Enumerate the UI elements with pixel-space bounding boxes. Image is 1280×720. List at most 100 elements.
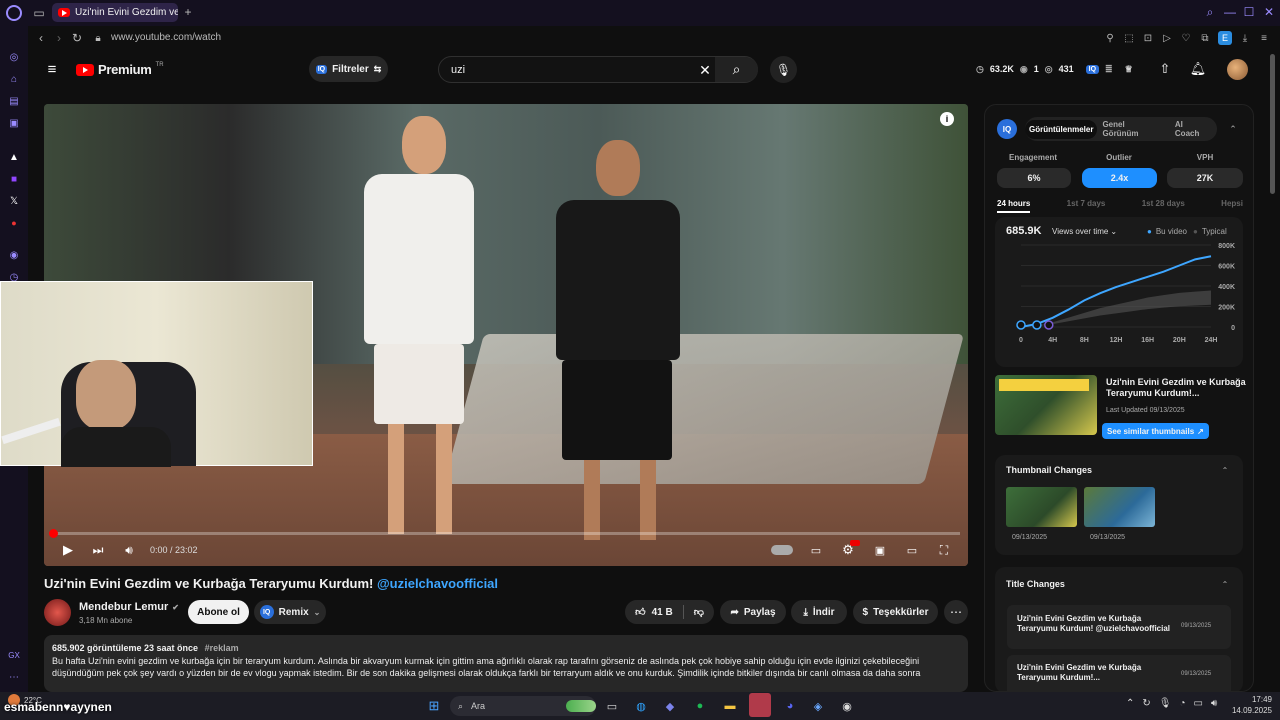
extensions-icon[interactable]: ⧉ [1199, 31, 1211, 45]
hashtag-link[interactable]: #reklam [205, 643, 239, 653]
play-icon[interactable]: ▶ [60, 542, 76, 558]
sidebar-item-4-icon[interactable]: ▣ [7, 116, 21, 130]
thumbnail-changes-collapse-icon[interactable]: ⌃ [1220, 465, 1230, 475]
snapshot-icon[interactable]: ⬚ [1123, 31, 1135, 45]
thanks-button[interactable]: $ Teşekkürler [853, 600, 938, 624]
minimize-icon[interactable]: — [1223, 5, 1237, 19]
more-actions-icon[interactable]: ⋯ [944, 600, 968, 624]
subscribe-button[interactable]: Abone ol [188, 600, 249, 624]
tray-wifi-icon[interactable]: ◔ [1179, 698, 1185, 709]
range-all[interactable]: Hepsi [1221, 199, 1243, 213]
maximize-icon[interactable]: ☐ [1242, 5, 1256, 19]
spotify-icon[interactable]: ● [690, 696, 710, 716]
miniplayer-icon[interactable]: ▣ [872, 542, 888, 558]
tab-ai-coach[interactable]: AI Coach [1167, 115, 1217, 143]
range-24h[interactable]: 24 hours [997, 199, 1031, 213]
voice-search-icon[interactable]: 🎙︎ [770, 56, 797, 83]
screenshot-icon[interactable]: ⊡ [1142, 31, 1154, 45]
video-thumbnail[interactable] [995, 375, 1097, 435]
thumbnail-change-2[interactable] [1084, 487, 1155, 527]
new-tab-icon[interactable]: + [181, 5, 195, 19]
page-scrollbar[interactable] [1270, 54, 1275, 194]
sidebar-item-9-icon[interactable]: ◉ [7, 248, 21, 262]
url-field[interactable]: www.youtube.com/watch [111, 32, 221, 43]
like-button[interactable]: 👍︎ 41 B [635, 606, 673, 619]
search-tabs-icon[interactable]: ⌕ [1203, 5, 1217, 19]
thumbnail-change-1[interactable] [1006, 487, 1077, 527]
app-icon[interactable]: ◈ [808, 696, 828, 716]
description-box[interactable]: 685.902 görüntüleme 23 saat önce #reklam… [44, 635, 968, 692]
chart-event-marker[interactable] [1044, 320, 1054, 330]
thumbs-down-icon[interactable]: 👎︎ [694, 606, 704, 618]
more-icon[interactable]: ⋯ [7, 670, 21, 684]
tray-sync-icon[interactable]: ↻ [1142, 698, 1150, 709]
steam-icon[interactable]: ◉ [837, 696, 857, 716]
channel-name-row[interactable]: Mendebur Lemur ✔ [79, 601, 179, 613]
sidebar-item-2-icon[interactable]: ⌂ [7, 72, 21, 86]
subtitles-icon[interactable]: ▭ [808, 542, 824, 558]
edge-icon[interactable]: ◍ [631, 696, 651, 716]
volume-icon[interactable]: 🔊︎ [121, 542, 137, 558]
chart-event-marker[interactable] [1032, 320, 1042, 330]
fullscreen-icon[interactable]: ⛶ [936, 542, 952, 558]
sidebar-item-8-icon[interactable]: ● [7, 216, 21, 230]
remix-button[interactable]: IQ Remix ⌄ [254, 600, 326, 624]
next-icon[interactable]: ⏭︎ [90, 542, 106, 558]
teams-icon[interactable]: ◆ [660, 696, 680, 716]
opera-logo-icon[interactable] [6, 5, 22, 21]
search-button-icon[interactable]: ⌕ [715, 57, 758, 82]
progress-scrubber[interactable] [49, 529, 58, 538]
discord-icon[interactable]: ◕ [780, 696, 800, 716]
tray-volume-icon[interactable]: 🔊︎ [1211, 698, 1217, 709]
clear-search-icon[interactable]: ✕ [697, 62, 713, 78]
pin-icon[interactable]: ⚲ [1104, 31, 1116, 45]
iq-header-icon[interactable]: IQ [1085, 64, 1100, 74]
range-7d[interactable]: 1st 7 days [1067, 199, 1106, 213]
views-mode-select[interactable]: Views over time ⌄ [1052, 227, 1117, 236]
title-changes-collapse-icon[interactable]: ⌃ [1220, 579, 1230, 589]
tab-views[interactable]: Görüntülenmeler [1025, 119, 1098, 139]
close-window-icon[interactable]: ✕ [1262, 5, 1276, 19]
info-icon[interactable]: i [940, 112, 954, 126]
player-icon[interactable]: ▷ [1161, 31, 1173, 45]
filters-button[interactable]: IQ Filtreler ⇆ [309, 56, 388, 82]
notifications-bell-icon[interactable]: 🔔︎ [1190, 61, 1207, 77]
title-change-item[interactable]: Uzi'nin Evini Gezdim ve Kurbağa Teraryum… [1007, 655, 1231, 691]
back-icon[interactable]: ‹ [34, 31, 48, 45]
title-mention-link[interactable]: @uzielchavoofficial [377, 576, 498, 591]
hamburger-menu-icon[interactable]: ≡ [44, 61, 60, 78]
tray-display-icon[interactable]: ▭ [1194, 698, 1203, 709]
list-icon[interactable]: ≣ [1105, 64, 1113, 75]
tray-mic-icon[interactable]: 🎙︎ [1159, 698, 1172, 709]
channel-avatar[interactable] [44, 599, 71, 626]
share-button[interactable]: ➦ Paylaş [720, 600, 786, 624]
download-icon[interactable]: ⤓ [1239, 31, 1251, 45]
heart-icon[interactable]: ♡ [1180, 31, 1192, 45]
progress-bar[interactable] [49, 529, 960, 538]
taskbar-clock[interactable]: 17:49 14.09.2025 [1230, 694, 1272, 716]
search-input[interactable]: uzi ✕ ⌕ [438, 56, 758, 83]
forward-icon[interactable]: › [52, 31, 66, 45]
channel-name[interactable]: Mendebur Lemur [79, 601, 168, 613]
task-view-icon[interactable]: ▭ [602, 696, 622, 716]
taskbar-search[interactable]: ⌕ Ara [450, 696, 596, 716]
gx-icon[interactable]: GX [6, 648, 22, 662]
profile-e-icon[interactable]: E [1218, 31, 1232, 45]
download-button[interactable]: ⤓ İndir [791, 600, 847, 624]
panel-collapse-icon[interactable]: ⌃ [1227, 123, 1239, 135]
file-explorer-icon[interactable]: ▬ [720, 696, 740, 716]
twitch-icon[interactable]: ■ [7, 172, 21, 186]
title-change-item[interactable]: Uzi'nin Evini Gezdim ve Kurbağa Teraryum… [1007, 605, 1231, 649]
windows-start-icon[interactable]: ⊞ [424, 696, 444, 716]
sidebar-item-1-icon[interactable]: ◎ [7, 50, 21, 64]
trophy-icon[interactable]: ♕ [1125, 64, 1133, 75]
reload-icon[interactable]: ↻ [70, 31, 84, 45]
chart-event-marker[interactable] [1016, 320, 1026, 330]
sidebar-item-3-icon[interactable]: ▤ [7, 94, 21, 108]
range-28d[interactable]: 1st 28 days [1142, 199, 1185, 213]
sidebar-item-5-icon[interactable]: ▲ [7, 150, 21, 164]
tray-chevron-icon[interactable]: ⌃ [1126, 698, 1134, 709]
opera-gx-taskbar-icon[interactable] [749, 693, 771, 717]
youtube-logo[interactable]: Premium TR [76, 62, 164, 77]
tab-overview-icon[interactable]: ▭ [32, 6, 46, 20]
